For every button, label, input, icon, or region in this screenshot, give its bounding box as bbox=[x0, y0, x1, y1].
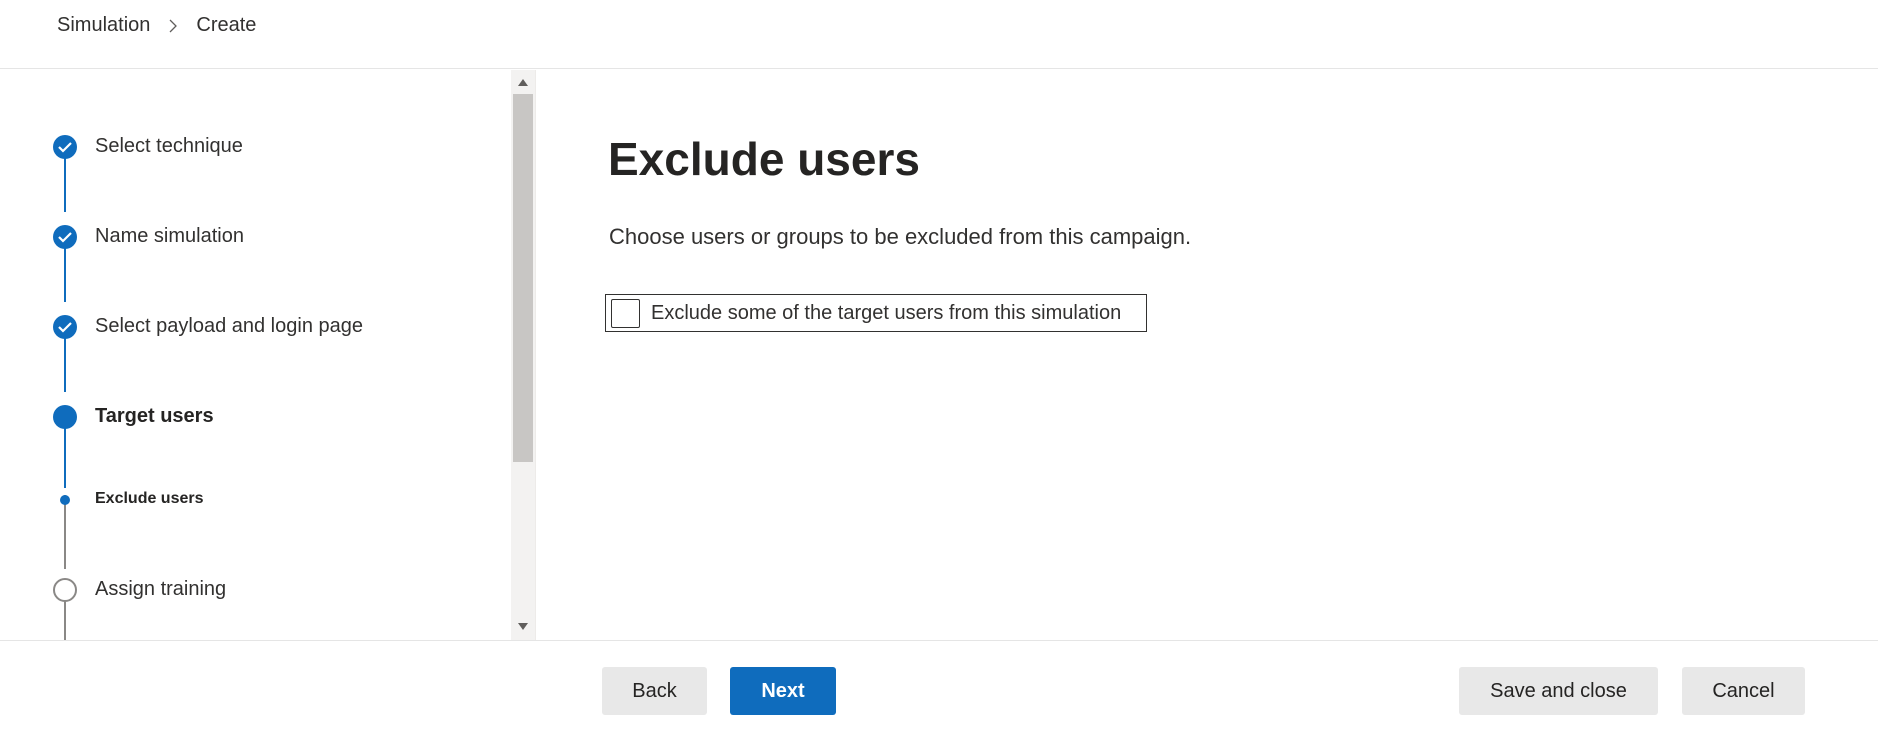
step-name-simulation[interactable]: Name simulation bbox=[95, 225, 244, 248]
step-current-marker bbox=[53, 405, 77, 429]
step-target-users[interactable]: Target users bbox=[95, 405, 214, 428]
checkbox-label[interactable]: Exclude some of the target users from th… bbox=[651, 302, 1121, 325]
step-select-payload[interactable]: Select payload and login page bbox=[95, 315, 363, 338]
step-connector bbox=[64, 495, 66, 569]
chevron-right-icon bbox=[166, 19, 180, 33]
checkbox-box[interactable] bbox=[611, 299, 640, 328]
step-done-marker bbox=[53, 315, 77, 339]
step-assign-training[interactable]: Assign training bbox=[95, 578, 226, 601]
save-and-close-button[interactable]: Save and close bbox=[1459, 667, 1658, 715]
checkmark-icon bbox=[58, 232, 72, 243]
page-description: Choose users or groups to be excluded fr… bbox=[609, 224, 1192, 249]
header: Simulation Create bbox=[0, 0, 1878, 69]
breadcrumb-create: Create bbox=[196, 14, 257, 36]
scrollbar-thumb[interactable] bbox=[513, 94, 533, 462]
breadcrumb-simulation[interactable]: Simulation bbox=[57, 14, 150, 37]
caret-down-icon[interactable] bbox=[511, 618, 535, 636]
main-content: Exclude users Choose users or groups to … bbox=[536, 70, 1878, 640]
steps-scrollbar[interactable] bbox=[511, 70, 535, 640]
step-connector bbox=[64, 601, 66, 640]
back-button[interactable]: Back bbox=[602, 667, 707, 715]
page-title: Exclude users bbox=[608, 133, 920, 185]
breadcrumb: Simulation Create bbox=[57, 14, 256, 37]
checkmark-icon bbox=[58, 322, 72, 333]
exclude-users-checkbox[interactable]: Exclude some of the target users from th… bbox=[605, 294, 1147, 332]
step-pending-marker bbox=[53, 578, 77, 602]
wizard-steps-panel: Select technique Name simulation Select … bbox=[0, 70, 535, 640]
step-exclude-users[interactable]: Exclude users bbox=[95, 490, 204, 508]
step-done-marker bbox=[53, 225, 77, 249]
substep-current-marker bbox=[60, 495, 70, 505]
cancel-button[interactable]: Cancel bbox=[1682, 667, 1805, 715]
checkmark-icon bbox=[58, 142, 72, 153]
step-done-marker bbox=[53, 135, 77, 159]
next-button[interactable]: Next bbox=[730, 667, 836, 715]
caret-up-icon[interactable] bbox=[511, 74, 535, 92]
footer: Back Next Save and close Cancel bbox=[0, 640, 1878, 732]
step-select-technique[interactable]: Select technique bbox=[95, 135, 243, 158]
